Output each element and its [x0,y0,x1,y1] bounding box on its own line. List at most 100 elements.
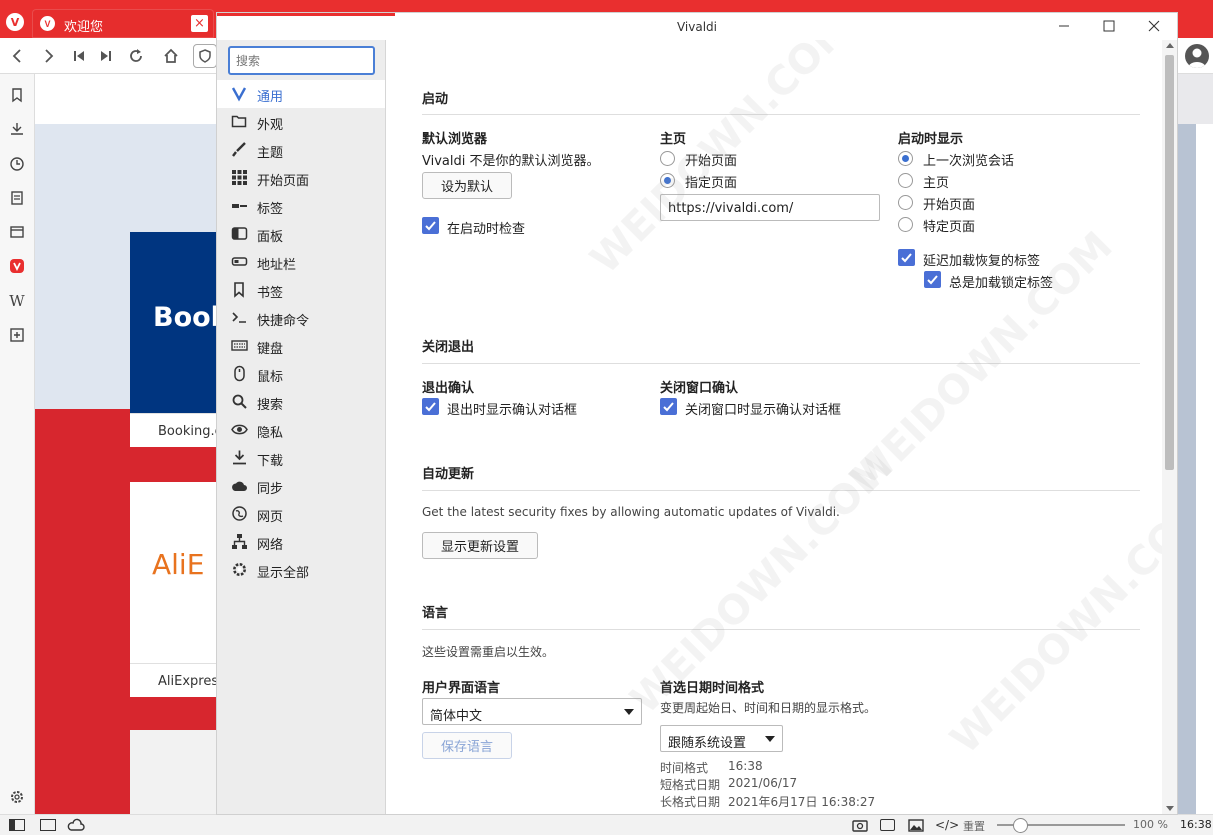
scroll-down-icon[interactable] [1166,806,1174,811]
fast-forward-icon[interactable] [97,47,115,65]
sidebar-item-5[interactable]: 面板 [217,220,385,248]
window-panel-icon[interactable] [8,223,26,241]
command-icon [231,309,248,326]
sidebar-item-7[interactable]: 书签 [217,276,385,304]
rewind-icon[interactable] [70,47,88,65]
sync-cloud-icon[interactable] [67,818,85,832]
speed-dial-tile[interactable] [130,730,217,814]
panel-toggle-icon[interactable] [9,819,25,831]
page-actions-icon[interactable]: </> [935,818,959,832]
date-format-select[interactable]: 跟随系统设置 [660,725,783,752]
keyboard-icon [231,337,248,354]
tab-close-button[interactable]: × [191,15,208,32]
site-info-shield-icon[interactable] [193,44,217,68]
homepage-url-input[interactable]: https://vivaldi.com/ [660,194,880,221]
settings-search-input[interactable] [228,46,375,75]
history-panel-icon[interactable] [8,155,26,173]
download-icon [231,449,248,466]
images-icon[interactable] [907,818,925,832]
eye-icon [231,421,248,438]
close-button[interactable] [1142,16,1166,36]
exit-confirm-checkbox[interactable] [422,398,439,415]
startup-homepage-label: 主页 [923,176,950,191]
show-update-settings-button[interactable]: 显示更新设置 [422,532,538,559]
save-language-button[interactable]: 保存语言 [422,732,512,759]
startup-specific-page-radio[interactable] [898,217,913,232]
sidebar-item-13[interactable]: 下载 [217,444,385,472]
zoom-reset-label[interactable]: 重置 [963,818,985,834]
sidebar-item-0[interactable]: 通用 [217,80,385,108]
short-date-key: 短格式日期 [660,778,721,792]
zoom-slider-handle[interactable] [1013,818,1028,833]
always-load-pinned-checkbox[interactable] [924,271,941,288]
scrollbar-thumb[interactable] [1165,55,1174,470]
lazy-load-checkbox[interactable] [898,249,915,266]
startup-last-session-radio[interactable] [898,151,913,166]
sidebar-item-2[interactable]: 主题 [217,136,385,164]
homepage-start-page-label: 开始页面 [685,154,738,169]
tab-welcome[interactable]: V 欢迎您 × [32,9,214,38]
reload-icon[interactable] [127,47,145,65]
back-icon[interactable] [8,47,26,65]
speed-dial-aliexpress[interactable]: AliE AliExpress [130,482,217,697]
sidebar-item-label: 鼠标 [257,370,284,385]
maximize-button[interactable] [1097,16,1121,36]
sidebar-item-1[interactable]: 外观 [217,108,385,136]
sidebar-item-3[interactable]: 开始页面 [217,164,385,192]
add-panel-icon[interactable] [8,326,26,344]
settings-scrollbar[interactable] [1162,40,1177,814]
sidebar-item-11[interactable]: 搜索 [217,388,385,416]
tiling-icon[interactable] [880,819,895,831]
sidebar-item-16[interactable]: 网络 [217,528,385,556]
vivaldi-menu-icon[interactable]: V [6,13,24,31]
section-title-quit: 关闭退出 [422,340,475,355]
sidebar-item-label: 同步 [257,482,284,497]
vivaldi-panel-icon[interactable] [8,257,26,275]
minimize-button[interactable] [1052,16,1076,36]
sidebar-item-6[interactable]: 地址栏 [217,248,385,276]
tab-title: 欢迎您 [64,20,104,35]
startup-homepage-radio[interactable] [898,173,913,188]
homepage-start-page-radio[interactable] [660,151,675,166]
ui-language-title: 用户界面语言 [422,681,501,696]
set-default-button[interactable]: 设为默认 [422,172,512,199]
check-on-startup-checkbox[interactable] [422,217,439,234]
ui-language-select[interactable]: 简体中文 [422,698,642,725]
date-format-title: 首选日期时间格式 [660,681,765,696]
speed-dial-booking[interactable]: Book Booking.co [130,232,217,447]
long-date-value: 2021年6月17日 16:38:27 [728,795,876,809]
tile-icon[interactable] [40,819,56,831]
brush-icon [231,141,248,158]
scroll-up-icon[interactable] [1166,43,1174,48]
notes-panel-icon[interactable] [8,189,26,207]
sidebar-item-4[interactable]: 标签 [217,192,385,220]
address-bar-icon [231,253,248,270]
speed-dial-label: AliExpress [130,663,217,697]
sidebar-item-14[interactable]: 同步 [217,472,385,500]
sidebar-item-8[interactable]: 快捷命令 [217,304,385,332]
language-note: 这些设置需重启以生效。 [422,645,555,659]
sidebar-item-15[interactable]: 网页 [217,500,385,528]
window-titlebar: Vivaldi [217,13,1177,40]
capture-icon[interactable] [851,818,869,832]
profile-avatar[interactable] [1185,44,1209,68]
chevron-down-icon [765,736,775,742]
homepage-specific-page-radio[interactable] [660,173,675,188]
downloads-panel-icon[interactable] [8,120,26,138]
sidebar-item-label: 下载 [257,454,284,469]
sidebar-item-12[interactable]: 隐私 [217,416,385,444]
forward-icon[interactable] [40,47,58,65]
on-startup-title: 启动时显示 [898,132,964,147]
bookmarks-panel-icon[interactable] [8,86,26,104]
tabs-icon [231,197,248,214]
sidebar-item-9[interactable]: 键盘 [217,332,385,360]
wikipedia-panel-icon[interactable]: W [8,292,26,310]
sidebar-item-17[interactable]: 显示全部 [217,556,385,584]
settings-gear-icon[interactable] [8,788,26,806]
page-background-edge [1196,124,1213,814]
home-icon[interactable] [162,47,180,65]
sidebar-item-10[interactable]: 鼠标 [217,360,385,388]
close-window-confirm-checkbox[interactable] [660,398,677,415]
startup-start-page-radio[interactable] [898,195,913,210]
exit-confirm-title: 退出确认 [422,381,475,396]
